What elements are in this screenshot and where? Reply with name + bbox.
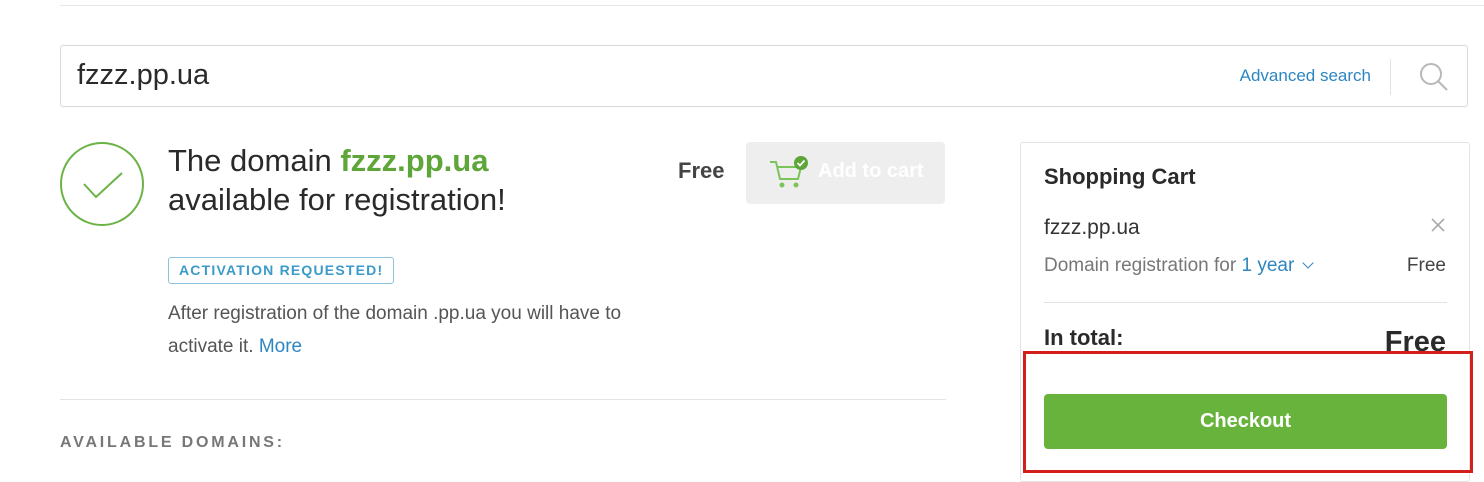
activation-note: After registration of the domain .pp.ua … [168,297,638,363]
cart-item-price: Free [1406,255,1446,276]
close-icon[interactable] [1430,217,1446,233]
available-domain-name: fzzz.pp.ua [340,143,489,178]
cart-title: Shopping Cart [1044,164,1196,189]
cart-item-registration: Domain registration for 1 year [1044,255,1314,277]
top-divider [60,5,1484,6]
cart-item-domain: fzzz.pp.ua [1044,216,1140,239]
checkout-button[interactable]: Checkout [1044,394,1447,449]
search-input[interactable]: fzzz.pp.ua [77,59,209,92]
registration-period-dropdown[interactable]: 1 year [1241,255,1314,276]
domain-search-bar[interactable]: fzzz.pp.ua Advanced search [60,45,1468,107]
registration-label: Domain registration for [1044,255,1237,276]
title-suffix: available for registration! [168,182,506,217]
total-label: In total: [1044,325,1124,350]
check-circle-icon [60,142,144,226]
cart-divider [1044,302,1447,303]
activation-badge: ACTIVATION REQUESTED! [168,257,395,284]
add-to-cart-button[interactable]: Add to cart [746,142,945,204]
advanced-search-link[interactable]: Advanced search [1240,66,1371,86]
search-separator [1390,59,1391,95]
available-domains-heading: AVAILABLE DOMAINS: [60,434,285,451]
activation-note-text: After registration of the domain .pp.ua … [168,303,622,357]
shopping-cart-panel: Shopping Cart fzzz.pp.ua Domain registra… [1020,142,1470,482]
title-prefix: The domain [168,143,332,178]
domain-price: Free [678,158,725,183]
cart-check-icon [768,155,810,191]
section-divider [60,399,946,400]
availability-title: The domain fzzz.pp.ua available for regi… [168,141,506,219]
registration-period-value: 1 year [1241,255,1295,276]
total-value: Free [1384,326,1446,358]
more-link[interactable]: More [259,336,302,357]
search-icon[interactable] [1419,62,1449,92]
add-to-cart-label: Add to cart [818,160,924,182]
chevron-down-icon [1302,257,1314,269]
